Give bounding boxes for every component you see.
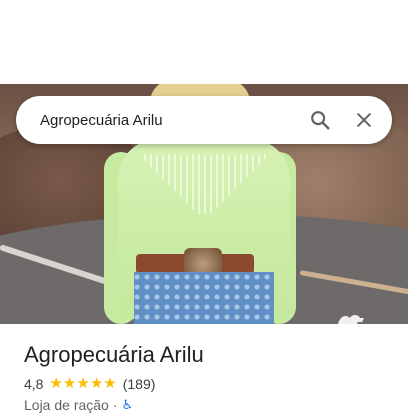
place-category: Loja de ração: [24, 397, 109, 413]
star-icon: ★: [89, 375, 104, 392]
rating-stars: ★ ★ ★ ★ ★: [49, 375, 117, 392]
search-input[interactable]: Agropecuária Arilu: [40, 112, 298, 129]
search-icon[interactable]: [298, 98, 342, 142]
close-icon[interactable]: [342, 98, 386, 142]
category-row: Loja de ração · ♿: [24, 397, 133, 413]
search-bar[interactable]: Agropecuária Arilu: [16, 96, 392, 144]
reviews-count[interactable]: (189): [123, 376, 156, 392]
place-info-panel[interactable]: Agropecuária Arilu 4,8 ★ ★ ★ ★ ★ (189) L…: [0, 324, 408, 413]
star-icon: ★: [62, 375, 77, 392]
star-icon: ★: [76, 375, 90, 392]
place-title: Agropecuária Arilu: [24, 342, 204, 367]
wheelchair-icon: ♿: [121, 397, 134, 412]
rating-value: 4,8: [24, 376, 44, 392]
separator: ·: [112, 397, 118, 413]
map-top-area: [0, 0, 408, 84]
rating-row[interactable]: 4,8 ★ ★ ★ ★ ★ (189): [24, 376, 155, 392]
star-icon: ★: [103, 375, 117, 392]
star-icon: ★: [49, 375, 63, 392]
